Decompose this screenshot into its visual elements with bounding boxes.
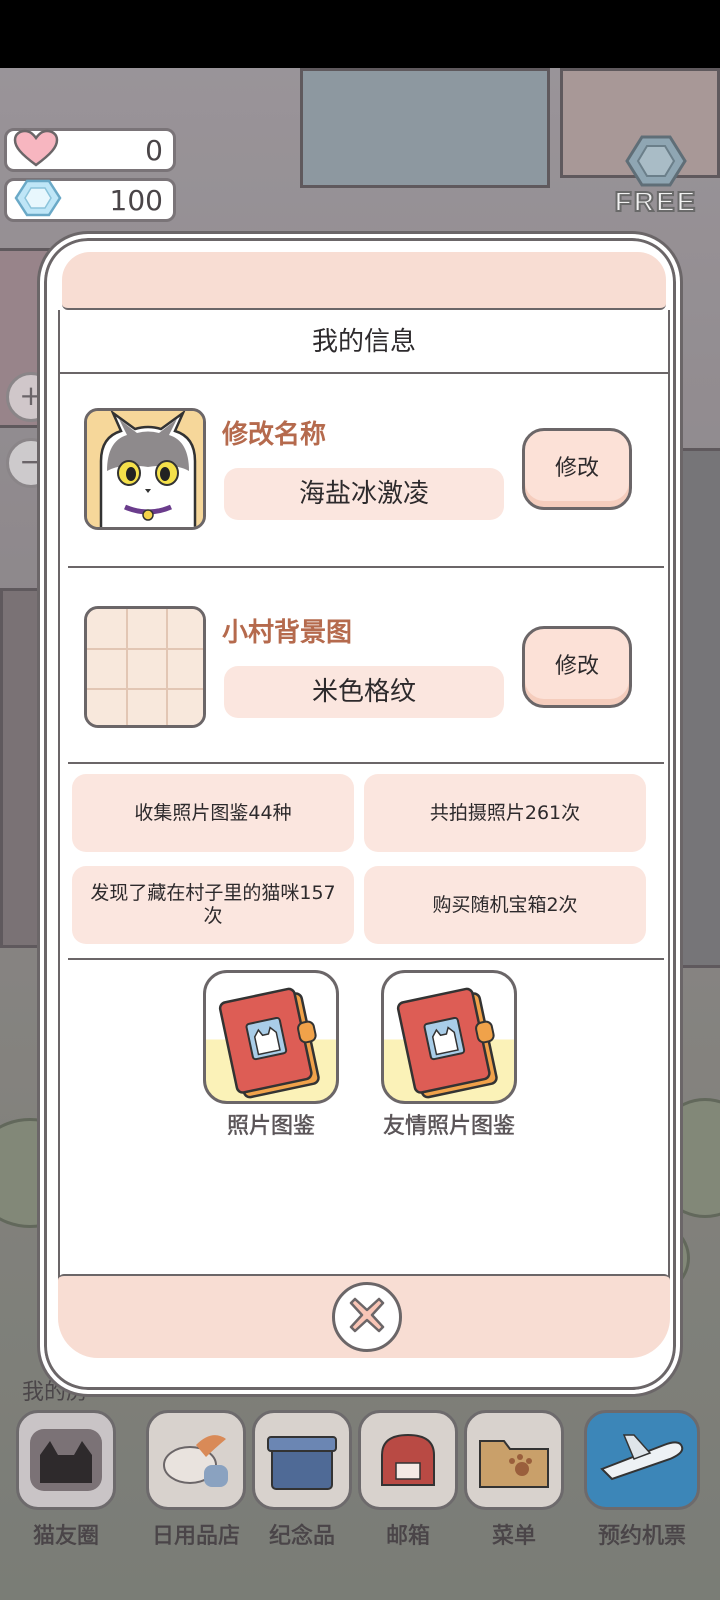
nav-label: 猫友圈	[32, 1524, 100, 1550]
airplane-icon	[584, 1410, 700, 1510]
nav-mailbox[interactable]: 邮箱	[354, 1410, 462, 1550]
close-button[interactable]	[332, 1282, 402, 1352]
name-setting-title: 修改名称	[222, 420, 327, 450]
free-gems-button[interactable]: FREE	[606, 134, 706, 226]
nav-cat-friends[interactable]: 猫友圈	[12, 1410, 120, 1550]
nav-shop[interactable]: 日用品店	[142, 1410, 250, 1550]
mailbox-icon	[358, 1410, 458, 1510]
stat-hidden-cats-found: 发现了藏在村子里的猫咪157次	[72, 866, 354, 944]
photo-album-icon	[381, 970, 517, 1104]
photo-album-button[interactable]: 照片图鉴	[203, 970, 339, 1140]
stat-photos-taken: 共拍摄照片261次	[364, 774, 646, 852]
nav-label: 预约机票	[597, 1524, 687, 1550]
background-name-field: 米色格纹	[224, 666, 504, 718]
dialog-header-band	[62, 252, 666, 310]
gems-counter: 100	[4, 178, 176, 222]
divider	[68, 762, 664, 764]
bottom-navigation: 猫友圈 日用品店 纪念品 邮箱 菜单 预约机票	[0, 1410, 720, 1600]
close-icon	[347, 1295, 387, 1339]
friendship-album-label: 友情照片图鉴	[382, 1114, 516, 1140]
friendship-album-button[interactable]: 友情照片图鉴	[365, 970, 533, 1140]
heart-icon	[13, 129, 59, 171]
edit-name-button[interactable]: 修改	[522, 428, 632, 510]
nav-flight-booking[interactable]: 预约机票	[580, 1410, 704, 1550]
my-info-dialog: 我的信息 修改名称 海盐冰激凌 修改 小村背景图 米色格纹 修改 收集照片图鉴4…	[40, 234, 680, 1394]
edit-background-button[interactable]: 修改	[522, 626, 632, 708]
background-setting-title: 小村背景图	[222, 618, 353, 648]
nav-label: 纪念品	[268, 1524, 336, 1550]
nav-label: 邮箱	[385, 1524, 431, 1550]
nav-souvenir[interactable]: 纪念品	[248, 1410, 356, 1550]
background-preview	[84, 606, 206, 728]
cat-camera-icon	[16, 1410, 116, 1510]
dialog-footer-band	[58, 1274, 670, 1358]
nav-menu[interactable]: 菜单	[460, 1410, 568, 1550]
hearts-value: 0	[145, 133, 163, 167]
dialog-title: 我的信息	[60, 310, 668, 374]
stat-random-chests: 购买随机宝箱2次	[364, 866, 646, 944]
hearts-counter: 0	[4, 128, 176, 172]
divider	[68, 566, 664, 568]
diamond-icon	[13, 178, 63, 222]
folder-icon	[464, 1410, 564, 1510]
photo-album-icon	[203, 970, 339, 1104]
player-name-field: 海盐冰激凌	[224, 468, 504, 520]
dialog-body: 我的信息 修改名称 海盐冰激凌 修改 小村背景图 米色格纹 修改 收集照片图鉴4…	[58, 310, 670, 1310]
divider	[68, 958, 664, 960]
status-bar	[0, 0, 720, 68]
stat-photo-collection: 收集照片图鉴44种	[72, 774, 354, 852]
gems-value: 100	[109, 183, 163, 217]
nav-label: 菜单	[491, 1524, 537, 1550]
free-label: FREE	[614, 185, 698, 218]
souvenir-box-icon	[252, 1410, 352, 1510]
photo-album-label: 照片图鉴	[226, 1114, 316, 1140]
shop-icon	[146, 1410, 246, 1510]
diamond-icon	[606, 134, 706, 192]
nav-label: 日用品店	[151, 1524, 241, 1550]
cat-avatar	[84, 408, 206, 530]
